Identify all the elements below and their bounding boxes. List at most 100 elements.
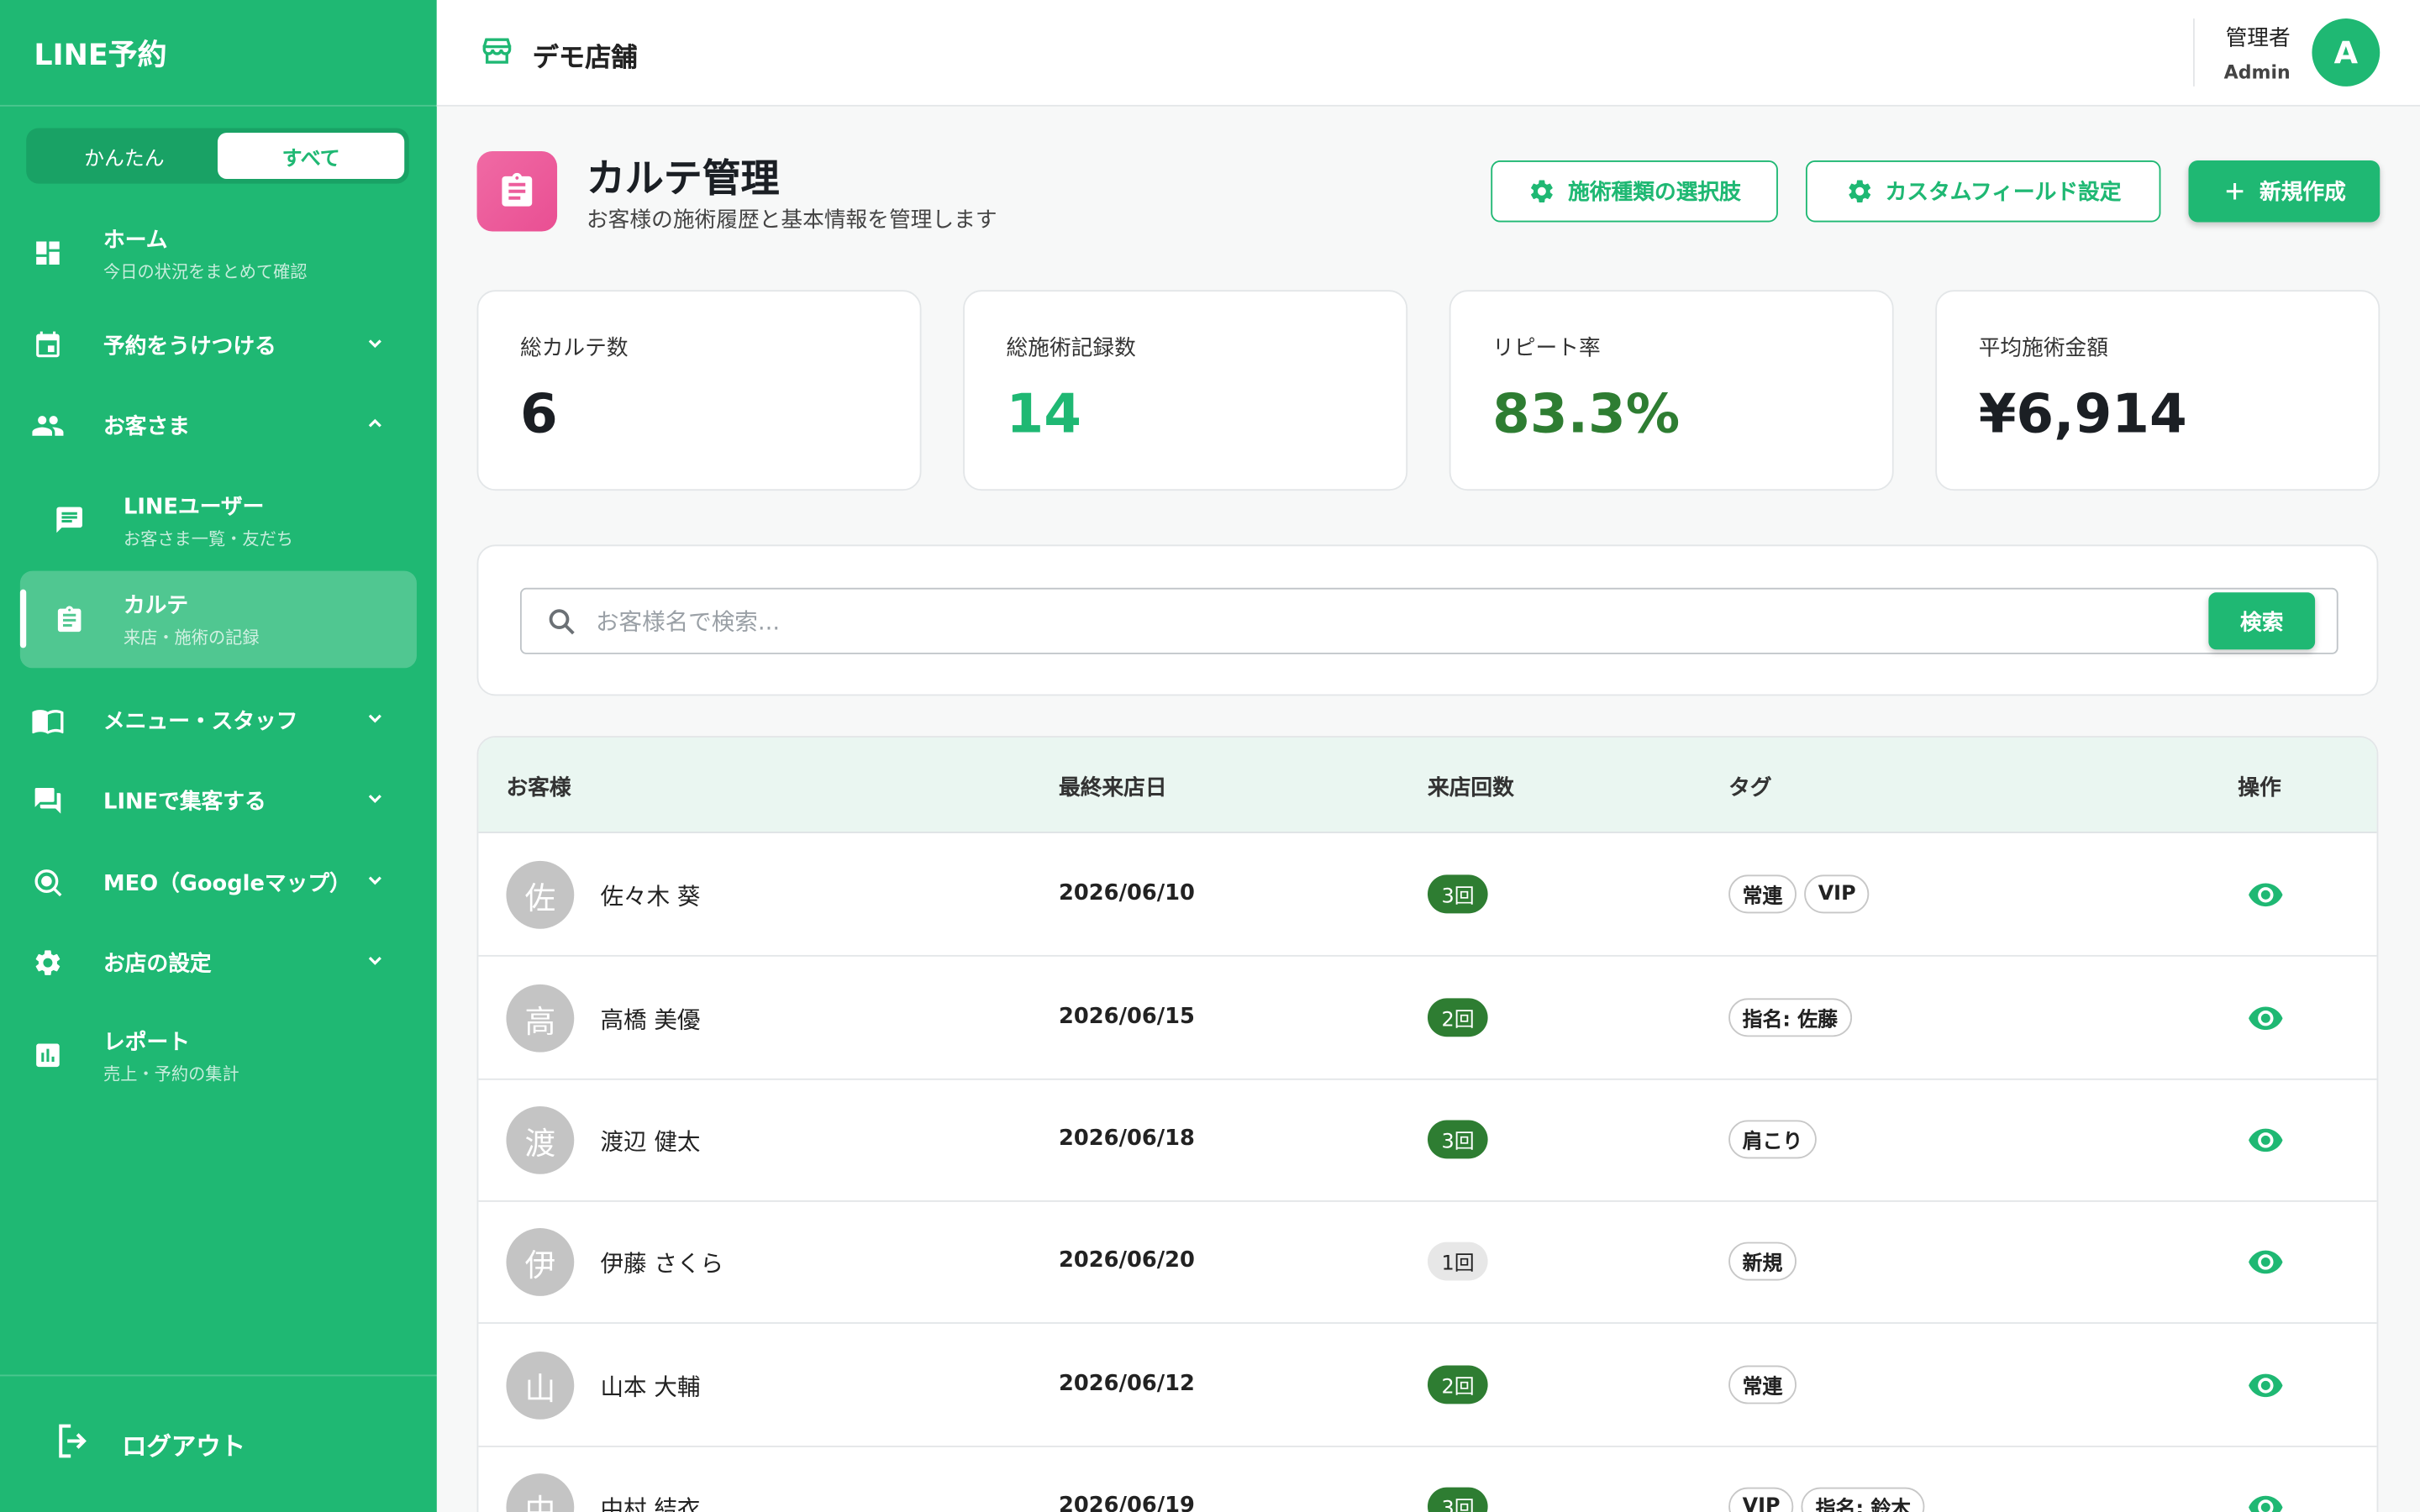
sidebar-item-sub: 来店・施術の記録: [123, 627, 260, 648]
stat-card-total-records: 総施術記録数 14: [963, 290, 1408, 491]
sidebar-item-label: LINEで集客する: [103, 790, 266, 815]
treatment-options-button[interactable]: 施術種類の選択肢: [1491, 160, 1778, 223]
table-row[interactable]: 伊 伊藤 さくら 2026/06/20 1回 新規: [478, 1200, 2377, 1324]
last-visit-date: 2026/06/10: [1059, 880, 1195, 906]
visit-count-badge: 2回: [1427, 998, 1489, 1037]
sidebar-item-line-marketing[interactable]: LINEで集客する: [20, 770, 417, 832]
chevron-down-icon: [364, 331, 386, 360]
chart-icon: [20, 1040, 76, 1071]
table-row[interactable]: 渡 渡辺 健太 2026/06/18 3回 肩こり: [478, 1079, 2377, 1202]
custom-fields-button[interactable]: カスタムフィールド設定: [1805, 160, 2161, 223]
stat-label: 総施術記録数: [1006, 336, 1136, 361]
page-subtitle: お客様の施術履歴と基本情報を管理します: [586, 207, 997, 234]
last-visit-date: 2026/06/18: [1059, 1126, 1195, 1152]
eye-icon[interactable]: [2245, 1488, 2286, 1512]
table-row[interactable]: 山 山本 大輔 2026/06/12 2回 常連: [478, 1324, 2377, 1447]
button-label: 新規作成: [2259, 180, 2346, 206]
sidebar-item-label: お店の設定: [103, 952, 212, 977]
gear-icon: [1531, 180, 1553, 202]
sidebar-item-sub: 売上・予約の集計: [103, 1063, 239, 1084]
logout-label: ログアウト: [122, 1431, 246, 1462]
sidebar-item-label: LINEユーザー: [123, 494, 265, 520]
tag-chip: 常連: [1728, 874, 1797, 914]
customer-name: 中村 結衣: [600, 1494, 701, 1512]
sidebar-item-label: 予約をうけつける: [103, 334, 276, 360]
sidebar-item-reports[interactable]: レポート 売上・予約の集計: [20, 1018, 417, 1092]
gear-icon: [1848, 180, 1870, 202]
column-header-visits[interactable]: 来店回数: [1428, 771, 1514, 802]
logout-icon: [54, 1421, 94, 1467]
tag-chip: 指名: 鈴木: [1802, 1487, 1925, 1512]
visit-count-badge: 3回: [1427, 1487, 1489, 1512]
sidebar-item-store-settings[interactable]: お店の設定: [20, 932, 417, 993]
user-menu[interactable]: 管理者 Admin A: [2224, 18, 2381, 87]
sidebar-item-meo[interactable]: MEO（Googleマップ）: [20, 852, 417, 913]
button-label: カスタムフィールド設定: [1885, 180, 2122, 206]
button-label: 施術種類の選択肢: [1568, 180, 1741, 206]
sidebar-item-label: カルテ: [123, 594, 189, 619]
avatar: 山: [506, 1351, 575, 1420]
eye-icon[interactable]: [2245, 1243, 2286, 1286]
tag-chip: 肩こり: [1728, 1120, 1817, 1159]
forum-icon: [20, 785, 76, 816]
eye-icon[interactable]: [2245, 1121, 2286, 1164]
column-header-last-visit[interactable]: 最終来店日: [1059, 771, 1167, 802]
people-icon: [20, 409, 76, 443]
customer-name: 伊藤 さくら: [600, 1249, 724, 1278]
search-button[interactable]: 検索: [2208, 592, 2316, 650]
eye-icon[interactable]: [2245, 1000, 2286, 1042]
mode-toggle: かんたん すべて: [26, 128, 409, 184]
sidebar-item-reservations[interactable]: 予約をうけつける: [20, 315, 417, 376]
column-header-customer[interactable]: お客様: [506, 771, 571, 802]
mode-all-button[interactable]: すべて: [217, 132, 405, 180]
topbar: デモ店舗 管理者 Admin A: [436, 0, 2420, 107]
create-new-button[interactable]: 新規作成: [2188, 160, 2381, 223]
page-title: カルテ管理: [586, 155, 780, 201]
store-selector[interactable]: デモ店舗: [480, 34, 638, 74]
stat-value: ¥6,914: [1978, 384, 2187, 446]
search-icon: [546, 606, 577, 643]
last-visit-date: 2026/06/15: [1059, 1004, 1195, 1030]
visit-count-badge: 3回: [1427, 1120, 1489, 1159]
avatar: 中: [506, 1473, 575, 1512]
user-role: 管理者: [2225, 26, 2291, 51]
last-visit-date: 2026/06/12: [1059, 1371, 1195, 1397]
avatar[interactable]: A: [2312, 18, 2381, 87]
table-row[interactable]: 中 中村 結衣 2026/06/19 3回 VIP 指名: 鈴木: [478, 1446, 2376, 1512]
mode-simple-button[interactable]: かんたん: [31, 133, 218, 179]
column-header-tags[interactable]: タグ: [1728, 771, 1771, 802]
clipboard-icon: [42, 604, 97, 635]
eye-icon[interactable]: [2245, 876, 2286, 919]
user-name: Admin: [2223, 61, 2291, 84]
stat-card-repeat-rate: リピート率 83.3%: [1449, 290, 1894, 491]
avatar: 伊: [506, 1228, 575, 1296]
sidebar-item-home[interactable]: ホーム 今日の状況をまとめて確認: [20, 216, 417, 290]
last-visit-date: 2026/06/20: [1059, 1247, 1195, 1273]
stat-label: 平均施術金額: [1978, 336, 2108, 361]
calendar-icon: [20, 330, 76, 361]
tag-chip: VIP: [1728, 1487, 1795, 1512]
chat-icon: [42, 505, 97, 536]
sidebar-item-sub: お客さま一覧・友だち: [123, 528, 293, 549]
table-row[interactable]: 高 高橋 美優 2026/06/15 2回 指名: 佐藤: [478, 957, 2377, 1080]
search-input[interactable]: [595, 589, 2186, 653]
sidebar-item-karte[interactable]: カルテ 来店・施術の記録: [19, 570, 417, 669]
stat-label: 総カルテ数: [519, 336, 629, 361]
sidebar-item-line-users[interactable]: LINEユーザー お客さま一覧・友だち: [20, 481, 417, 559]
sidebar-item-label: メニュー・スタッフ: [103, 709, 298, 735]
chevron-down-icon: [364, 786, 386, 816]
brand-logo[interactable]: LINE予約: [0, 0, 437, 107]
sidebar-item-label: MEO（Googleマップ）: [103, 871, 351, 897]
store-name: デモ店舗: [532, 42, 638, 74]
karte-table: お客様 最終来店日 来店回数 タグ 操作 佐 佐々木 葵 2026/06/10 …: [476, 736, 2379, 1512]
clipboard-icon: [476, 151, 558, 232]
eye-icon[interactable]: [2245, 1367, 2286, 1410]
sidebar-item-customers[interactable]: お客さま: [20, 395, 417, 456]
last-visit-date: 2026/06/19: [1059, 1493, 1195, 1512]
tag-chip: VIP: [1804, 874, 1870, 914]
sidebar-item-menu-staff[interactable]: メニュー・スタッフ: [20, 690, 417, 751]
tag-chip: 常連: [1728, 1365, 1797, 1404]
map-search-icon: [20, 867, 76, 898]
table-row[interactable]: 佐 佐々木 葵 2026/06/10 3回 常連 VIP: [478, 833, 2377, 957]
logout-button[interactable]: ログアウト: [0, 1374, 437, 1512]
